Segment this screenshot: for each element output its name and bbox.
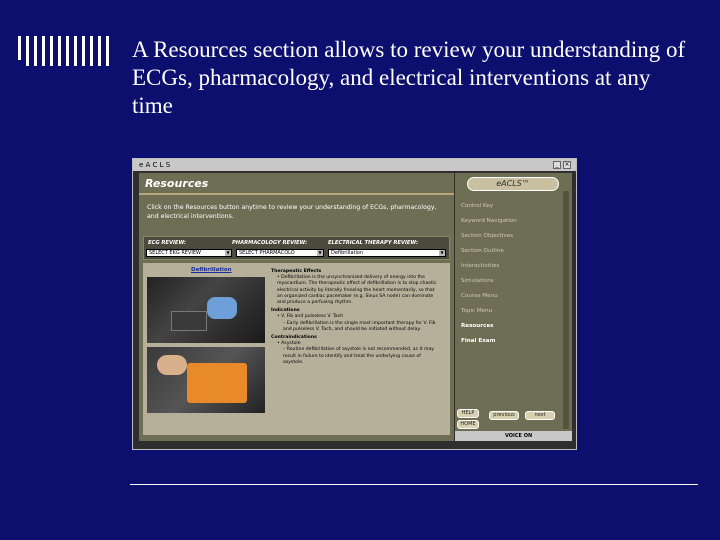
home-button[interactable]: HOME	[457, 420, 479, 429]
footer-rule	[130, 484, 698, 485]
nav-interactivities[interactable]: Interactivities	[461, 263, 499, 269]
slide-bullet-decoration	[18, 36, 118, 66]
hand	[157, 355, 187, 375]
minimize-icon[interactable]: _	[553, 161, 561, 169]
nav-course-menu[interactable]: Course Menu	[461, 293, 498, 299]
review-selector-bar: ECG REVIEW: PHARMACOLOGY REVIEW: ELECTRI…	[143, 236, 450, 260]
voice-toggle[interactable]: VOICE ON	[505, 433, 532, 439]
section-title: Resources	[145, 177, 209, 190]
divider	[139, 193, 454, 195]
defibrillator-photo	[147, 277, 265, 343]
eacls-window: e A C L S _ × Resources Click on the Res…	[132, 158, 577, 450]
elec-select-value: Defibrillation	[331, 250, 364, 256]
pharm-select-value: SELECT PHARMACOLO	[239, 250, 295, 256]
chevron-down-icon[interactable]: ▼	[317, 250, 323, 256]
next-button[interactable]: next	[525, 411, 555, 420]
contraindication-detail: – Routine defibrillation of asystole is …	[283, 347, 435, 365]
help-button[interactable]: HELP	[457, 409, 479, 418]
electrical-review-select[interactable]: Defibrillation ▼	[328, 249, 446, 257]
defibrillator-unit	[187, 363, 247, 403]
pharmacology-review-select[interactable]: SELECT PHARMACOLO ▼	[236, 249, 324, 257]
chevron-down-icon[interactable]: ▼	[225, 250, 231, 256]
pharmacology-review-label: PHARMACOLOGY REVIEW:	[232, 240, 308, 246]
resources-panel: Resources Click on the Resources button …	[139, 173, 454, 441]
ecg-select-value: SELECT EKG REVIEW	[149, 250, 201, 256]
slide-title: A Resources section allows to review you…	[132, 37, 686, 118]
scrollbar[interactable]	[563, 191, 569, 429]
navigation-panel: eACLS™ Control Key Keyword Navigation Se…	[455, 173, 572, 441]
nav-section-objectives[interactable]: Section Objectives	[461, 233, 513, 239]
intro-text: Click on the Resources button anytime to…	[147, 204, 437, 220]
nav-section-outline[interactable]: Section Outline	[461, 248, 504, 254]
gloved-hand	[207, 297, 237, 319]
therapeutic-effects-text: • Defibrillation is the unsynchronized d…	[277, 275, 437, 306]
defibrillation-text: Therapeutic Effects • Defibrillation is …	[271, 267, 441, 366]
electrical-review-label: ELECTRICAL THERAPY REVIEW:	[328, 240, 419, 246]
nav-topic-menu[interactable]: Topic Menu	[461, 308, 492, 314]
indication-detail: – Early defibrillation is the single mos…	[283, 320, 436, 332]
defibrillation-link[interactable]: Defibrillation	[191, 267, 232, 273]
window-titlebar: e A C L S _ ×	[133, 159, 576, 171]
paddles-photo	[147, 347, 265, 413]
review-content: Defibrillation Therapeutic Effects • Def…	[143, 263, 450, 435]
nav-control-key[interactable]: Control Key	[461, 203, 493, 209]
eacls-logo: eACLS™	[467, 177, 559, 191]
window-title: e A C L S	[139, 161, 171, 169]
ecg-review-select[interactable]: SELECT EKG REVIEW ▼	[146, 249, 232, 257]
ecg-review-label: ECG REVIEW:	[148, 240, 187, 246]
nav-final-exam[interactable]: Final Exam	[461, 338, 495, 344]
previous-button[interactable]: previous	[489, 411, 519, 420]
defibrillator-device	[171, 311, 207, 331]
nav-keyword-navigation[interactable]: Keyword Navigation	[461, 218, 517, 224]
chevron-down-icon[interactable]: ▼	[439, 250, 445, 256]
close-icon[interactable]: ×	[563, 161, 571, 169]
nav-resources[interactable]: Resources	[461, 323, 493, 329]
nav-simulations[interactable]: Simulations	[461, 278, 494, 284]
